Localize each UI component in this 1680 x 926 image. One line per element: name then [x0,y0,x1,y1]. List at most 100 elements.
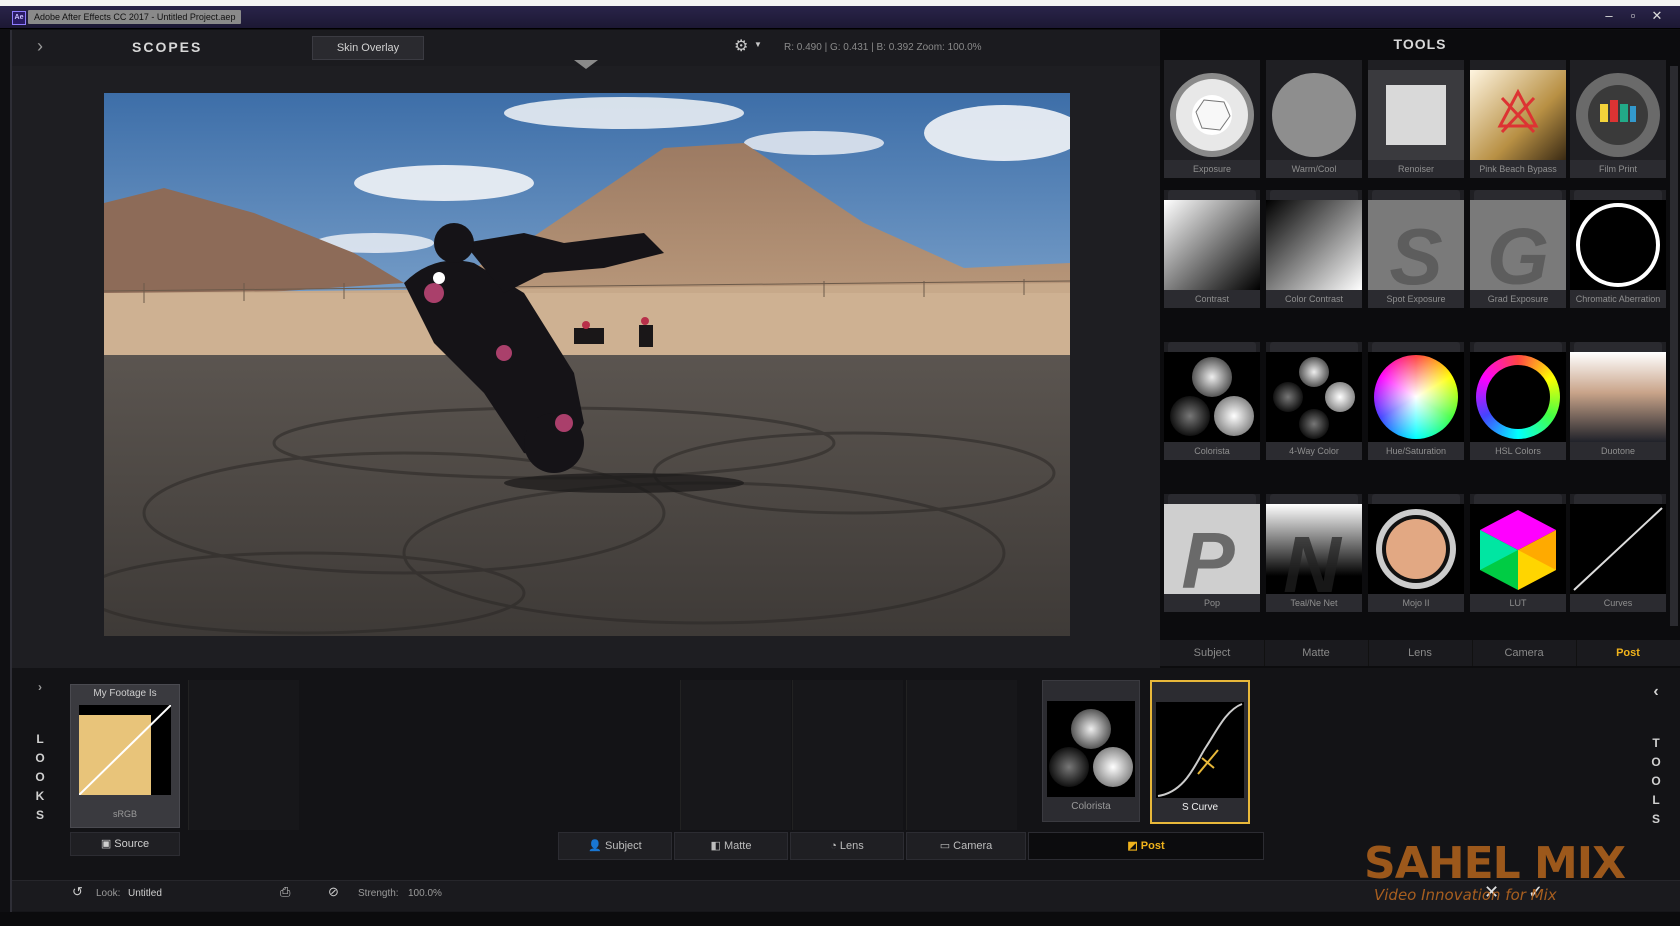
minimize-icon[interactable]: – [1598,8,1620,24]
expand-looks-icon[interactable]: › [32,678,48,697]
svg-text:N: N [1283,520,1343,594]
looks-letter: K [35,789,45,803]
tool-renoiser[interactable]: Renoiser [1368,60,1464,178]
tool-label: Pink Beach Bypass [1470,160,1566,178]
tool-hsl-colors[interactable]: HSL Colors [1470,342,1566,460]
mojo-circle-icon [1368,504,1464,594]
curve-line-icon [1570,504,1666,594]
gray-circle-icon [1266,70,1362,160]
stack-category-label: Matte [723,840,752,852]
tab-post[interactable]: Post [1576,640,1680,666]
gear-icon[interactable]: ⚙ [734,36,748,56]
watermark-logo: SAHEL MIX [1364,838,1626,889]
tool-label: Teal/Ne Net [1266,594,1362,612]
tools-letter: O [1651,774,1661,788]
tools-letter: L [1652,793,1660,807]
tool-label: Duotone [1570,442,1666,460]
tools-rail[interactable]: ‹ T O O L S [1640,680,1670,860]
color-wheel-icon [1368,352,1464,442]
looks-rail[interactable]: › L O O K S [24,668,58,886]
stack-category-camera[interactable]: ▭ Camera [906,832,1026,860]
svg-text:P: P [1181,516,1235,594]
skin-overlay-button[interactable]: Skin Overlay [312,36,424,60]
stack-slot[interactable] [188,680,299,830]
tool-colorista[interactable]: Colorista [1164,342,1260,460]
film-reel-icon [1570,70,1666,160]
tool-label: Curves [1570,594,1666,612]
three-wheel-icon [1164,352,1260,442]
ring-icon [1570,200,1666,290]
stack-category-subject[interactable]: 👤 Subject [558,832,672,860]
maximize-icon[interactable]: ▫ [1622,8,1644,24]
pop-p-icon: P [1164,504,1260,594]
collapse-tools-icon[interactable]: ‹ [1648,682,1664,701]
tool-label: Pop [1164,594,1260,612]
undo-icon[interactable]: ↺ [72,884,83,900]
chevron-down-icon[interactable]: ▼ [754,40,762,49]
scopes-label[interactable]: SCOPES [132,39,202,55]
tool-label: 4-Way Color [1266,442,1362,460]
source-label: Source [114,838,150,850]
tool-chromatic-aberration[interactable]: Chromatic Aberration [1570,190,1666,308]
stack-item-s-curve[interactable]: S Curve [1150,680,1250,824]
tool-color-contrast[interactable]: Color Contrast [1266,190,1362,308]
tool-spot-exposure[interactable]: S Spot Exposure [1368,190,1464,308]
hue-ring-icon [1470,352,1566,442]
collapse-triangle-icon[interactable] [574,60,598,69]
expand-scopes-icon[interactable]: › [30,36,50,56]
tab-subject[interactable]: Subject [1160,640,1265,666]
tool-contrast[interactable]: Contrast [1164,190,1260,308]
reset-icon[interactable]: ⊘ [328,884,339,900]
tonal-n-icon: N [1266,504,1362,594]
tool-film-print[interactable]: Film Print [1570,60,1666,178]
tool-duotone[interactable]: Duotone [1570,342,1666,460]
matte-icon: ◧ [710,840,724,852]
stack-category-lens[interactable]: ◔ Lens [790,832,904,860]
stack-category-matte[interactable]: ◧ Matte [674,832,788,860]
tools-scrollbar[interactable] [1670,66,1678,626]
tool-label: Contrast [1164,290,1260,308]
tool-pop[interactable]: P Pop [1164,494,1260,612]
tool-exposure[interactable]: Exposure [1164,60,1260,178]
source-button[interactable]: ▣ Source [70,832,180,856]
looks-letter: O [35,751,45,765]
stack-slot[interactable] [680,680,791,830]
strength-value[interactable]: 100.0% [408,888,442,899]
tool-hue-saturation[interactable]: Hue/Saturation [1368,342,1464,460]
looks-letter: L [36,732,44,746]
tool-curves[interactable]: Curves [1570,494,1666,612]
stack-category-post[interactable]: ◩ Post [1028,832,1264,860]
stack-category-label: Camera [953,840,993,852]
close-icon[interactable]: ✕ [1646,8,1668,24]
tab-camera[interactable]: Camera [1472,640,1577,666]
stack-item-colorista[interactable]: Colorista [1042,680,1140,822]
tool-label: Warm/Cool [1266,160,1362,178]
tool-warm-cool[interactable]: Warm/Cool [1266,60,1362,178]
tool-label: Grad Exposure [1470,290,1566,308]
strength-label: Strength: [358,888,399,899]
tool-pink-beach-bypass[interactable]: Pink Beach Bypass [1470,60,1566,178]
duotone-gradient-icon [1570,352,1666,442]
stack-slot[interactable] [906,680,1017,830]
contrast-gradient-icon [1164,200,1260,290]
tab-lens[interactable]: Lens [1368,640,1473,666]
tool-lut[interactable]: LUT [1470,494,1566,612]
stack-item-label: S Curve [1181,802,1219,813]
tool-4-way-color[interactable]: 4-Way Color [1266,342,1362,460]
footage-preview[interactable] [104,93,1070,636]
tools-letter: S [1651,812,1660,826]
tab-matte[interactable]: Matte [1264,640,1369,666]
tool-teal-ne-net[interactable]: N Teal/Ne Net [1266,494,1362,612]
tool-mojo-ii[interactable]: Mojo II [1368,494,1464,612]
look-card-footage[interactable]: My Footage Is sRGB [70,684,180,828]
tool-label: Exposure [1164,160,1260,178]
watermark-tagline: Video Innovation for Mix [1374,886,1557,904]
tool-label: HSL Colors [1470,442,1566,460]
look-card-sub: sRGB [112,809,137,819]
tool-grad-exposure[interactable]: G Grad Exposure [1470,190,1566,308]
save-look-icon[interactable]: ⎙ [280,884,290,900]
looks-letter: O [35,770,45,784]
stack-slot[interactable] [792,680,903,830]
top-strip [0,0,1680,6]
tools-letter: T [1652,736,1660,750]
